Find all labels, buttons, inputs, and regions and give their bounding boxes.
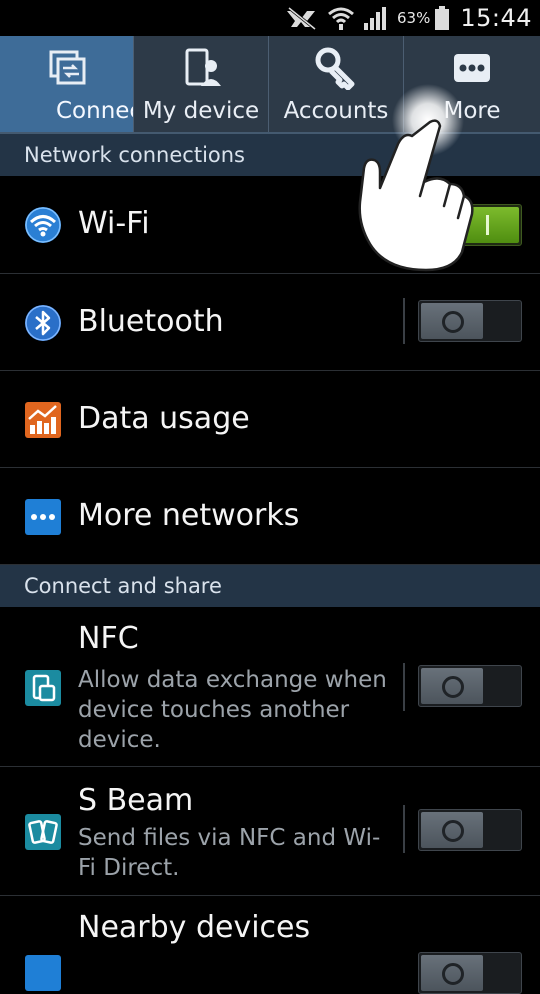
cell-signal-icon (363, 7, 386, 30)
setting-row-more-networks[interactable]: More networks (0, 468, 540, 565)
toggle-knob (457, 207, 519, 243)
row-title: S Beam (78, 783, 194, 818)
tab-my-device[interactable]: My device (134, 36, 269, 132)
section-header-network: Network connections (0, 134, 540, 176)
my-device-icon (185, 48, 221, 86)
clock: 15:44 (460, 4, 532, 32)
tab-connections[interactable]: Connections (0, 36, 134, 132)
setting-row-wifi[interactable]: Wi-Fi (0, 176, 540, 274)
wifi-signal-icon (328, 7, 354, 30)
more-dots-icon (454, 54, 490, 82)
row-divider (403, 298, 405, 344)
s-beam-toggle[interactable] (418, 809, 522, 851)
wifi-icon (25, 207, 61, 243)
setting-row-data-usage[interactable]: Data usage (0, 371, 540, 468)
row-subtitle: Allow data exchange when device touches … (78, 667, 387, 753)
s-beam-icon (25, 814, 61, 850)
section-title: Connect and share (24, 574, 222, 598)
row-title: Bluetooth (78, 304, 224, 339)
connections-icon (49, 50, 85, 85)
data-usage-icon (25, 402, 61, 438)
row-title: NFC (78, 621, 139, 656)
row-title: Wi-Fi (78, 206, 150, 241)
tab-label: Accounts (283, 98, 389, 124)
toggle-knob (421, 668, 483, 704)
tab-accounts[interactable]: Accounts (269, 36, 404, 132)
tab-more[interactable]: More (404, 36, 540, 132)
section-header-share: Connect and share (0, 565, 540, 607)
row-divider (403, 663, 405, 711)
settings-tab-bar: s Connections My device Accounts Mor (0, 36, 540, 134)
section-title: Network connections (24, 143, 246, 167)
toggle-knob (421, 955, 483, 991)
nearby-devices-toggle[interactable] (418, 952, 522, 994)
nfc-icon (25, 670, 61, 706)
nfc-toggle[interactable] (418, 665, 522, 707)
mute-icon (286, 6, 316, 31)
battery-icon (435, 6, 450, 30)
row-divider (403, 805, 405, 853)
row-title: Nearby devices (78, 910, 311, 945)
setting-row-nearby-devices[interactable]: Nearby devices (0, 896, 540, 994)
setting-row-nfc[interactable]: NFC Allow data exchange when device touc… (0, 607, 540, 767)
status-icons: 63% 15:44 (285, 0, 532, 36)
tab-label: My device (142, 98, 260, 124)
accounts-key-icon (315, 47, 355, 90)
setting-row-s-beam[interactable]: S Beam Send files via NFC and Wi-Fi Dire… (0, 767, 540, 896)
battery-percent: 63% (396, 9, 431, 27)
toggle-knob (421, 812, 483, 848)
tab-label: More (443, 98, 501, 124)
row-subtitle: Send files via NFC and Wi-Fi Direct. (78, 825, 381, 881)
status-bar: 63% 15:44 (0, 0, 540, 36)
row-title: Data usage (78, 401, 250, 436)
setting-row-bluetooth[interactable]: Bluetooth (0, 274, 540, 371)
row-title: More networks (78, 498, 300, 533)
toggle-knob (421, 303, 483, 339)
tab-label: Connections (56, 98, 133, 124)
row-divider (403, 202, 405, 248)
wifi-toggle[interactable] (418, 204, 522, 246)
bluetooth-icon (25, 305, 61, 341)
bluetooth-toggle[interactable] (418, 300, 522, 342)
more-networks-icon (25, 499, 61, 535)
